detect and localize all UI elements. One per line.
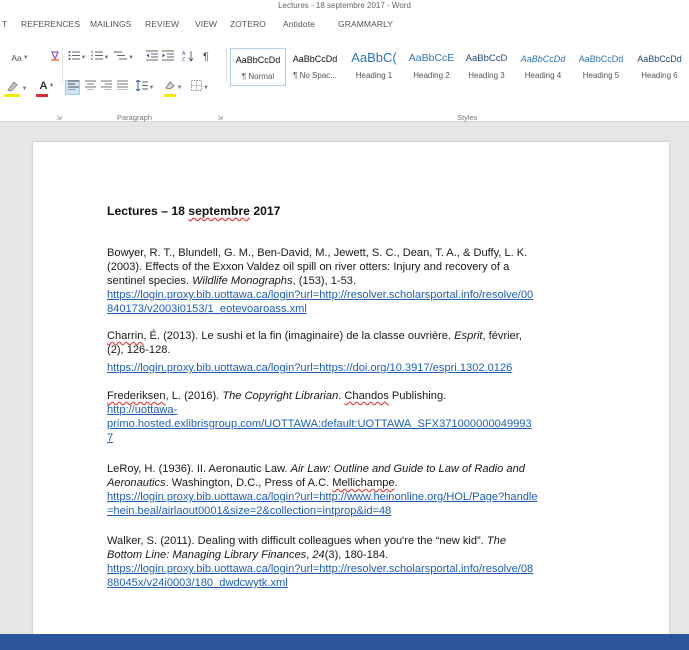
style-heading-4[interactable]: AaBbCcDd Heading 4 bbox=[514, 48, 572, 86]
reference-entry: LeRoy, H. (1936). II. Aeronautic Law. Ai… bbox=[107, 462, 577, 518]
ribbon-tabs: T REFERENCES MAILINGS REVIEW VIEW ZOTERO… bbox=[0, 12, 689, 40]
bullets-button[interactable]: ▼ bbox=[66, 50, 88, 65]
text-highlight-color-button[interactable]: ▼ bbox=[2, 80, 30, 95]
reference-entry: Walker, S. (2011). Dealing with difficul… bbox=[107, 534, 577, 590]
ribbon-separator bbox=[62, 48, 63, 82]
reference-link[interactable]: 88045x/v24i0003/180_dwdcwytk.xml bbox=[107, 576, 577, 590]
status-bar bbox=[0, 634, 689, 650]
multilevel-list-button[interactable]: ▼ bbox=[112, 50, 136, 65]
tab-review[interactable]: REVIEW bbox=[145, 19, 179, 29]
font-color-swatch bbox=[36, 94, 48, 97]
paragraph-group-label: Paragraph bbox=[117, 113, 153, 122]
tab-mailings[interactable]: MAILINGS bbox=[90, 19, 131, 29]
clear-formatting-icon[interactable] bbox=[48, 50, 62, 65]
tab-view[interactable]: VIEW bbox=[195, 19, 217, 29]
reference-link[interactable]: 840173/v2003i0153/1_eotevoaroass.xml bbox=[107, 302, 577, 316]
style-heading-5[interactable]: AaBbCcDd Heading 5 bbox=[572, 48, 630, 86]
ribbon-separator bbox=[226, 48, 227, 82]
svg-text:Z: Z bbox=[182, 57, 185, 62]
tab-references[interactable]: REFERENCES bbox=[21, 19, 80, 29]
style-heading-1[interactable]: AaBbC( Heading 1 bbox=[344, 48, 404, 86]
font-dialog-launcher-icon[interactable]: ⇲ bbox=[56, 114, 62, 122]
style-normal[interactable]: AaBbCcDd ¶ Normal bbox=[230, 48, 286, 86]
change-case-button[interactable]: Aa▼ bbox=[6, 51, 34, 66]
window-title: Lectures - 18 septembre 2017 - Word bbox=[0, 0, 689, 12]
reference-link[interactable]: https://login.proxy.bib.uottawa.ca/login… bbox=[107, 288, 577, 302]
align-right-button[interactable] bbox=[99, 80, 113, 95]
style-heading-6[interactable]: AaBbCcDd Heading 6 bbox=[630, 48, 689, 86]
shading-button[interactable]: ▼ bbox=[162, 80, 184, 95]
reference-link[interactable]: https://login.proxy.bib.uottawa.ca/login… bbox=[107, 490, 577, 504]
reference-entry: Charrin, É. (2013). Le sushi et la fin (… bbox=[107, 329, 577, 375]
tab-antidote[interactable]: Antidote bbox=[283, 19, 315, 29]
sort-icon[interactable]: AZ bbox=[181, 50, 195, 65]
reference-link[interactable]: =hein.beal/airlaout0001&size=2&collectio… bbox=[107, 504, 577, 518]
styles-gallery: AaBbCcDd ¶ Normal AaBbCcDd ¶ No Spac... … bbox=[230, 48, 689, 88]
tab-zotero[interactable]: ZOTERO bbox=[230, 19, 266, 29]
reference-link[interactable]: primo.hosted.exlibrisgroup.com/UOTTAWA:d… bbox=[107, 417, 577, 431]
style-no-spacing[interactable]: AaBbCcDd ¶ No Spac... bbox=[286, 48, 344, 86]
font-color-button[interactable]: A▼ bbox=[35, 79, 59, 94]
align-left-button[interactable] bbox=[66, 80, 80, 95]
shading-color-swatch bbox=[164, 94, 176, 97]
style-heading-3[interactable]: AaBbCcD Heading 3 bbox=[459, 48, 514, 86]
numbering-button[interactable]: ▼ bbox=[89, 50, 111, 65]
line-spacing-button[interactable]: ▼ bbox=[134, 79, 156, 95]
styles-group-label: Styles bbox=[457, 113, 478, 122]
decrease-indent-button[interactable] bbox=[145, 50, 159, 65]
reference-link[interactable]: 7 bbox=[107, 431, 577, 445]
tab-grammarly[interactable]: GRAMMARLY bbox=[338, 19, 393, 29]
style-heading-2[interactable]: AaBbCcE Heading 2 bbox=[404, 48, 459, 86]
reference-entry: Bowyer, R. T., Blundell, G. M., Ben-Davi… bbox=[107, 246, 577, 316]
justify-button[interactable] bbox=[115, 80, 129, 95]
reference-entry: Frederiksen, L. (2016). The Copyright Li… bbox=[107, 389, 577, 445]
reference-link[interactable]: http://uottawa- bbox=[107, 403, 577, 417]
increase-indent-button[interactable] bbox=[161, 50, 175, 65]
highlight-color-swatch bbox=[4, 94, 20, 97]
document-heading: Lectures – 18 septembre 2017 bbox=[107, 204, 281, 218]
reference-link[interactable]: https://login.proxy.bib.uottawa.ca/login… bbox=[107, 562, 577, 576]
reference-link[interactable]: https://login.proxy.bib.uottawa.ca/login… bbox=[107, 361, 577, 375]
center-button[interactable] bbox=[83, 80, 97, 95]
tab-layout-partial[interactable]: T bbox=[2, 19, 7, 29]
borders-button[interactable]: ▼ bbox=[188, 80, 212, 95]
show-paragraph-marks-icon[interactable]: ¶ bbox=[199, 50, 213, 65]
paragraph-dialog-launcher-icon[interactable]: ⇲ bbox=[217, 114, 223, 122]
